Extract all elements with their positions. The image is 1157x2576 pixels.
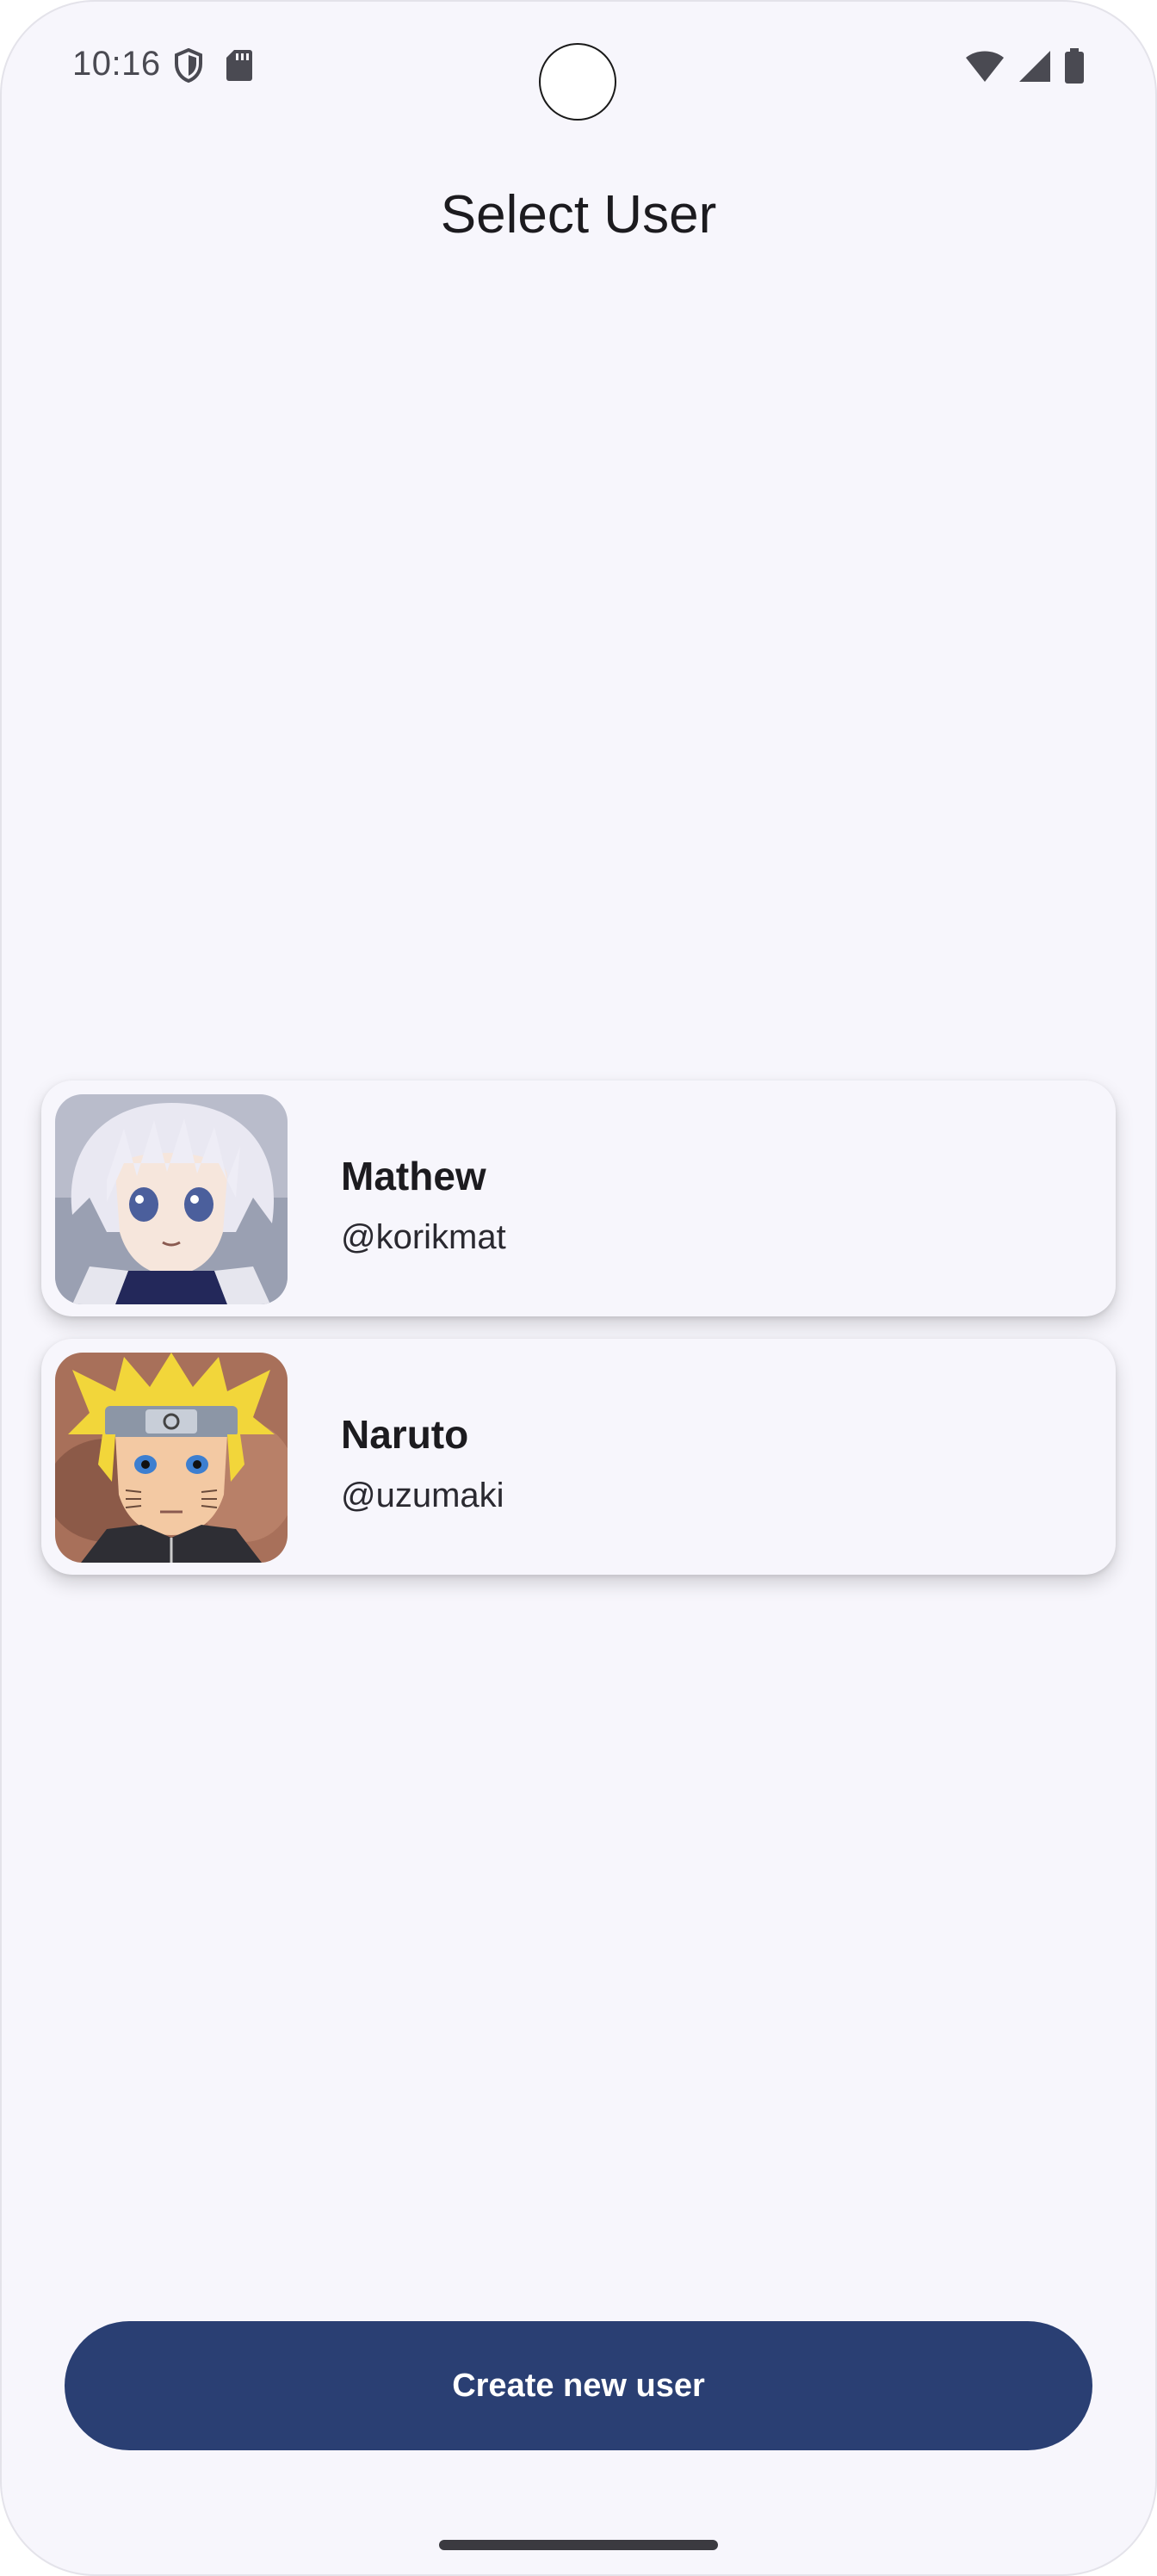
wifi-icon [964,49,1005,88]
signal-icon [1018,49,1052,88]
page-title: Select User [440,185,717,245]
user-card-mathew[interactable]: Mathew @korikmat [41,1081,1116,1316]
create-new-user-button[interactable]: Create new user [65,2321,1092,2450]
user-card-naruto[interactable]: Naruto @uzumaki [41,1339,1116,1575]
status-left-icons [174,47,253,87]
user-list: Mathew @korikmat Naruto @uzumaki [41,1081,1116,1597]
sd-card-icon [226,48,253,87]
user-handle: @uzumaki [341,1477,504,1514]
anime-boy-blonde-headband-avatar [55,1353,288,1563]
avatar [55,1353,288,1563]
status-right-icons [964,48,1085,89]
battery-icon [1064,48,1085,89]
front-camera [539,43,616,121]
user-name: Mathew [341,1154,486,1198]
status-time: 10:16 [72,45,161,83]
shield-icon [174,47,203,87]
phone-screen: 10:16 Select User Mathew @korikmat Narut… [0,0,1157,2576]
avatar [55,1094,288,1304]
home-indicator[interactable] [439,2540,718,2550]
anime-boy-white-hair-avatar [55,1094,288,1304]
user-name: Naruto [341,1412,469,1457]
user-handle: @korikmat [341,1218,506,1256]
